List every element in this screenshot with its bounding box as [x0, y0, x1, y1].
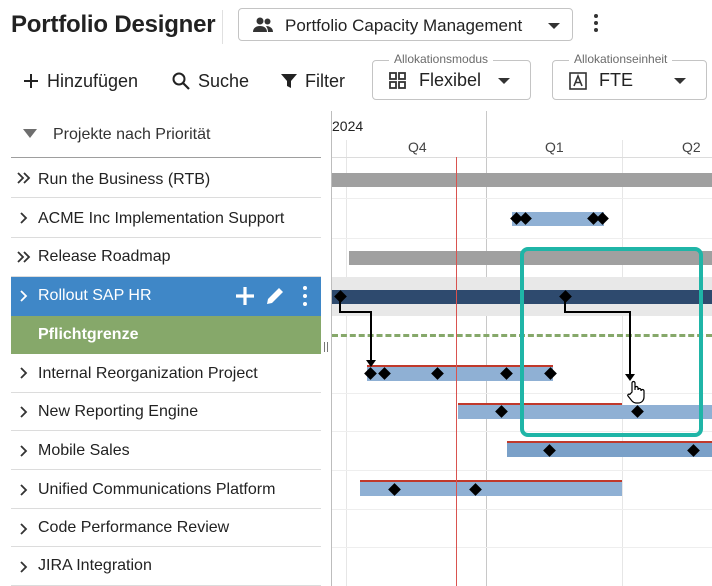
allocation-unit-select[interactable]: Allokationseinheit FTE	[552, 52, 707, 100]
list-item[interactable]: Run the Business (RTB)	[11, 158, 321, 198]
chevron-right-icon	[20, 290, 28, 302]
splitter-handle[interactable]	[324, 342, 329, 352]
quarter-label: Q1	[545, 139, 564, 155]
filter-button[interactable]: Filter	[281, 66, 345, 96]
timeline-header-border	[332, 157, 712, 158]
add-child-icon[interactable]	[235, 286, 255, 306]
list-item[interactable]: Code Performance Review	[11, 509, 321, 547]
chevron-right-icon	[20, 561, 28, 573]
letter-a-box-icon	[569, 72, 587, 95]
list-item-selected[interactable]: Rollout SAP HR	[11, 277, 321, 316]
list-item-label: Mobile Sales	[38, 442, 130, 459]
list-item-label: Release Roadmap	[38, 248, 171, 265]
chevron-right-icon	[20, 484, 28, 496]
more-vert-icon[interactable]	[589, 13, 603, 35]
mandatory-boundary-row: Pflichtgrenze	[11, 316, 321, 354]
chevron-down-icon	[674, 78, 686, 84]
year-label: 2024	[332, 118, 364, 134]
plus-icon	[24, 74, 38, 88]
triangle-down-icon	[23, 129, 37, 138]
chevron-right-icon	[20, 445, 28, 457]
grid-line	[332, 238, 712, 239]
list-item[interactable]: JIRA Integration	[11, 547, 321, 586]
list-item-label: Code Performance Review	[38, 519, 230, 536]
chevron-down-icon	[548, 23, 560, 29]
group-header[interactable]: Projekte nach Priorität	[11, 111, 321, 158]
grid-line	[332, 470, 712, 471]
list-item[interactable]: Internal Reorganization Project	[11, 354, 321, 393]
list-item[interactable]: Release Roadmap	[11, 238, 321, 277]
grid-line	[332, 198, 712, 199]
portfolio-select[interactable]: Portfolio Capacity Management	[238, 8, 573, 41]
search-icon	[172, 72, 190, 90]
group-header-label: Projekte nach Priorität	[53, 126, 211, 143]
chevron-down-icon	[498, 78, 510, 84]
add-button-label: Hinzufügen	[47, 70, 139, 91]
filter-button-label: Filter	[305, 70, 345, 91]
list-item[interactable]: New Reporting Engine	[11, 393, 321, 431]
double-chevron-right-icon	[17, 251, 31, 263]
quarter-label: Q2	[682, 139, 701, 155]
more-vert-icon[interactable]	[300, 285, 310, 307]
chevron-right-icon	[20, 212, 28, 224]
allocation-mode-select[interactable]: Allokationsmodus Flexibel	[372, 52, 531, 100]
list-item-label: Run the Business (RTB)	[38, 171, 211, 188]
grid-line	[332, 509, 712, 510]
gantt-bar[interactable]	[332, 173, 712, 187]
double-chevron-right-icon	[17, 172, 31, 184]
list-item-label: Internal Reorganization Project	[38, 365, 258, 382]
grid-view-icon	[389, 72, 406, 94]
list-item[interactable]: Mobile Sales	[11, 431, 321, 470]
search-button[interactable]: Suche	[172, 66, 249, 96]
list-item-label: JIRA Integration	[38, 557, 152, 574]
edit-pencil-icon[interactable]	[265, 286, 285, 306]
quarter-label: Q4	[408, 139, 427, 155]
list-item-label: Pflichtgrenze	[38, 326, 139, 343]
add-button[interactable]: Hinzufügen	[23, 66, 138, 96]
list-item-label: ACME Inc Implementation Support	[38, 210, 285, 227]
chevron-right-icon	[20, 367, 28, 379]
chevron-right-icon	[20, 523, 28, 535]
allocation-unit-value: FTE	[599, 70, 633, 90]
list-item-label: Rollout SAP HR	[38, 287, 152, 304]
list-item[interactable]: ACME Inc Implementation Support	[11, 198, 321, 238]
allocation-mode-label: Allokationsmodus	[389, 52, 494, 66]
allocation-mode-value: Flexibel	[419, 70, 482, 90]
title-divider	[222, 10, 223, 44]
filter-icon	[281, 74, 297, 88]
chevron-right-icon	[20, 406, 28, 418]
gantt-bar[interactable]	[507, 443, 712, 457]
hand-pointer-icon	[627, 380, 645, 404]
people-icon	[252, 17, 274, 38]
grid-line	[332, 547, 712, 548]
highlight-box	[520, 247, 703, 437]
allocation-unit-label: Allokationseinheit	[569, 52, 673, 66]
list-item[interactable]: Unified Communications Platform	[11, 470, 321, 509]
list-item-label: New Reporting Engine	[38, 403, 199, 420]
portfolio-select-value: Portfolio Capacity Management	[285, 16, 523, 35]
list-item-label: Unified Communications Platform	[38, 481, 276, 498]
search-button-label: Suche	[198, 70, 250, 91]
app-title: Portfolio Designer	[11, 11, 216, 38]
